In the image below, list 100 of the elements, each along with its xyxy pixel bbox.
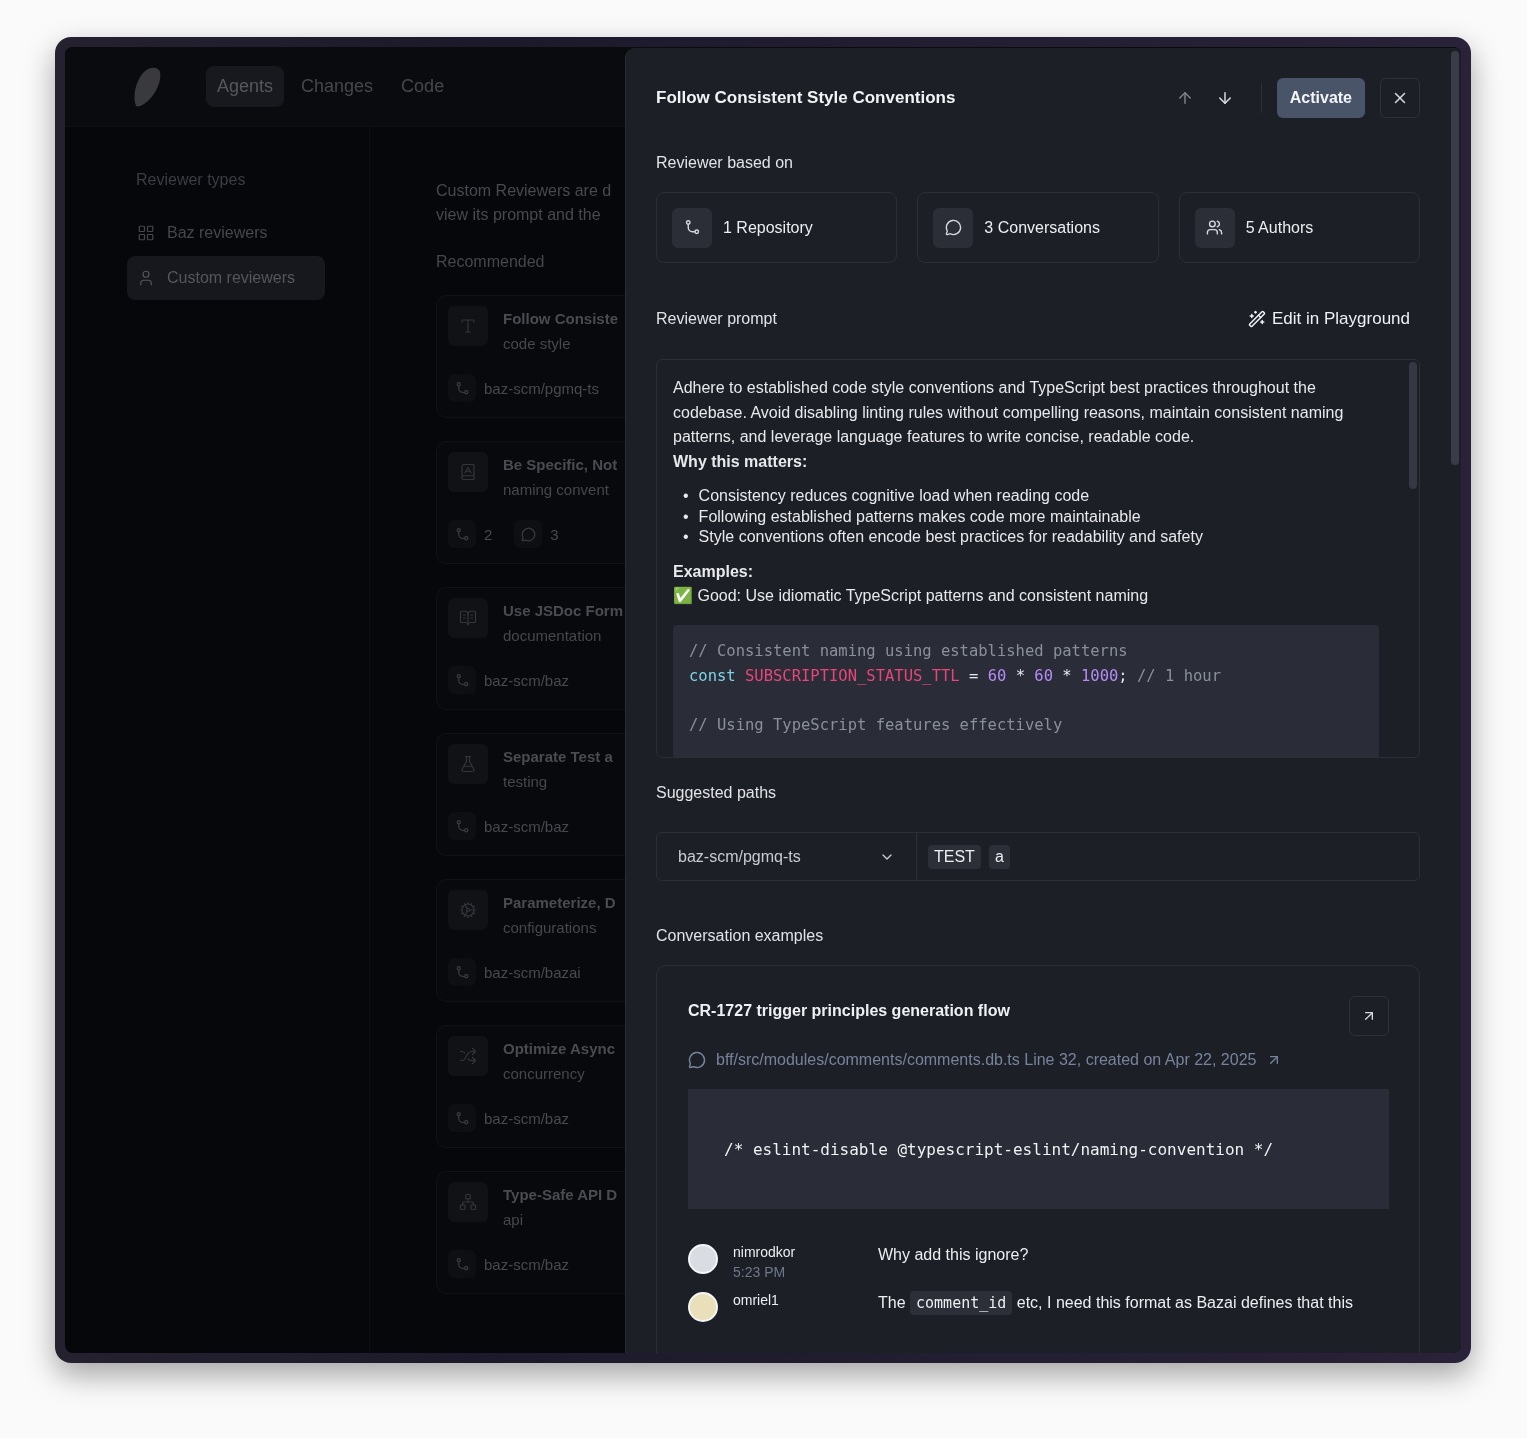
section-label: Conversation examples — [656, 927, 824, 945]
branch-icon — [454, 672, 470, 688]
bullet-mark: • — [683, 527, 689, 547]
sidebar-item-label: Custom reviewers — [167, 269, 296, 287]
branch-icon — [454, 526, 470, 542]
card-subtitle: api — [503, 1211, 524, 1228]
conversation-title: CR-1727 trigger principles generation flow — [688, 1001, 1010, 1020]
comment-icon — [944, 219, 962, 236]
bullet-mark: • — [683, 506, 689, 527]
path-tag: TEST — [928, 844, 981, 869]
section-label: Reviewer based on — [656, 154, 793, 172]
section-label: Suggested paths — [656, 784, 777, 802]
avatar — [688, 1244, 718, 1274]
card-subtitle: configurations — [503, 919, 597, 936]
section-title: Recommended — [436, 253, 545, 271]
book-icon — [459, 463, 477, 481]
card-subtitle: documentation — [503, 627, 602, 644]
intro-text: Custom Reviewers are d — [436, 181, 612, 201]
shuffle-icon — [459, 1047, 477, 1065]
meta-text: baz-scm/baz — [484, 817, 570, 835]
reviewer-card[interactable]: Type-Safe API D api baz-scm/baz — [436, 1171, 625, 1294]
wand-icon — [1248, 310, 1266, 328]
stat-text: 5 Authors — [1245, 218, 1314, 237]
comment-icon — [688, 1051, 706, 1069]
network-icon — [459, 1193, 477, 1211]
reviewer-card[interactable]: Parameterize, D configurations baz-scm/bazai — [436, 879, 625, 1002]
flask-icon — [459, 755, 477, 773]
open-external-button[interactable] — [1349, 996, 1389, 1036]
stat-text: 1 Repository — [723, 218, 813, 237]
card-title: Parameterize, D — [503, 894, 616, 911]
sidebar-item[interactable]: Custom reviewers — [127, 256, 325, 300]
card-title: Follow Consiste — [503, 310, 618, 327]
close-button[interactable] — [1380, 78, 1420, 118]
reviewer-card[interactable]: Follow Consiste code style baz-scm/pgmq-ts — [436, 295, 625, 418]
prompt-heading: Why this matters: — [673, 451, 808, 472]
example-text: ✅ Good: Use idiomatic TypeScript patterns and consistent naming — [673, 585, 1150, 606]
code-line: // Using TypeScript features effectively — [689, 714, 1063, 736]
branch-icon — [683, 219, 701, 236]
comment-icon — [520, 526, 536, 542]
branch-icon — [454, 818, 470, 834]
branch-icon — [454, 380, 470, 396]
bullet-item: Following established patterns makes code more maintainable — [698, 506, 1141, 527]
meta-text: 3 — [550, 525, 559, 543]
avatar — [688, 1292, 718, 1322]
nav-tab[interactable]: Agents — [206, 66, 285, 107]
comment-author: omriel1 — [733, 1292, 780, 1308]
card-title: Use JSDoc Form — [503, 602, 624, 619]
repository-dropdown[interactable]: baz-scm/pgmq-ts — [657, 833, 917, 880]
stat-text: 3 Conversations — [984, 218, 1100, 237]
panel-title: Follow Consistent Style Conventions — [656, 88, 957, 108]
sidebar-heading: Reviewer types — [135, 171, 246, 189]
card-subtitle: naming convent — [503, 481, 609, 498]
gear-icon — [459, 901, 477, 919]
bullet-item: Consistency reduces cognitive load when reading code — [698, 486, 1090, 506]
edit-in-playground-link[interactable]: Edit in Playground — [1248, 309, 1410, 329]
section-label: Reviewer prompt — [656, 310, 777, 328]
meta-text: baz-scm/bazai — [484, 963, 581, 981]
users-icon — [1206, 219, 1224, 236]
nav-tab[interactable]: Changes — [290, 66, 385, 107]
file-location-link[interactable]: bff/src/modules/comments/comments.db.ts Line 32, created on Apr 22, 2025 — [716, 1051, 1257, 1069]
prompt-heading: Examples: — [673, 561, 754, 582]
user-icon — [137, 269, 155, 287]
card-title: Type-Safe API D — [503, 1186, 618, 1203]
nav-tab[interactable]: Code — [390, 66, 456, 107]
card-title: Separate Test a — [503, 748, 613, 765]
reviewer-card[interactable]: Be Specific, Not naming convent 2 3 — [436, 441, 625, 564]
branch-icon — [454, 1110, 470, 1126]
meta-text: 2 — [484, 525, 493, 543]
meta-text: baz-scm/baz — [484, 671, 570, 689]
activate-button[interactable]: Activate — [1276, 78, 1365, 118]
card-subtitle: testing — [503, 773, 548, 790]
meta-text: baz-scm/baz — [484, 1109, 570, 1127]
sidebar-item-label: Baz reviewers — [167, 224, 268, 242]
reviewer-card[interactable]: Optimize Async concurrency baz-scm/baz — [436, 1025, 625, 1148]
card-title: Be Specific, Not — [503, 456, 618, 473]
meta-text: baz-scm/pgmq-ts — [484, 379, 600, 397]
comment-message: The comment_id etc, I need this format as Bazai defines that this — [878, 1292, 1389, 1322]
branch-icon — [454, 964, 470, 980]
comment-message: Why add this ignore? — [878, 1245, 1030, 1265]
book-icon — [459, 609, 477, 627]
intro-text: view its prompt and the — [436, 205, 601, 225]
comment-time: 5:23 PM — [733, 1264, 787, 1280]
code-line: // Consistent naming using established patterns — [689, 640, 1128, 662]
reviewer-card[interactable]: Use JSDoc Form documentation baz-scm/baz — [436, 587, 625, 710]
meta-text: baz-scm/baz — [484, 1255, 570, 1273]
grid-icon — [137, 224, 155, 242]
path-tag: a — [988, 844, 1010, 869]
card-subtitle: code style — [503, 335, 571, 352]
sidebar-item[interactable]: Baz reviewers — [127, 211, 325, 255]
code-snippet: /* eslint-disable @typescript-eslint/naming-convention */ — [688, 1089, 1389, 1209]
card-title: Optimize Async — [503, 1040, 615, 1057]
code-line: const SUBSCRIPTION_STATUS_TTL = 60 * 60 * 1000; // 1 hour — [689, 665, 1221, 687]
branch-icon — [454, 1256, 470, 1272]
comment-author: nimrodkor — [733, 1244, 797, 1260]
bullet-mark: • — [683, 486, 689, 506]
prompt-paragraph: Adhere to established code style conventions and TypeScript best practices throughout the codebase. Avoid disabling linting rules without compelling reasons, maintain consistent naming patterns, and leverage language features to write concise, readable code. — [673, 378, 1345, 447]
text-icon — [459, 317, 477, 335]
card-subtitle: concurrency — [503, 1065, 585, 1082]
bullet-item: Style conventions often encode best practices for readability and safety — [698, 527, 1203, 547]
reviewer-card[interactable]: Separate Test a testing baz-scm/baz — [436, 733, 625, 856]
